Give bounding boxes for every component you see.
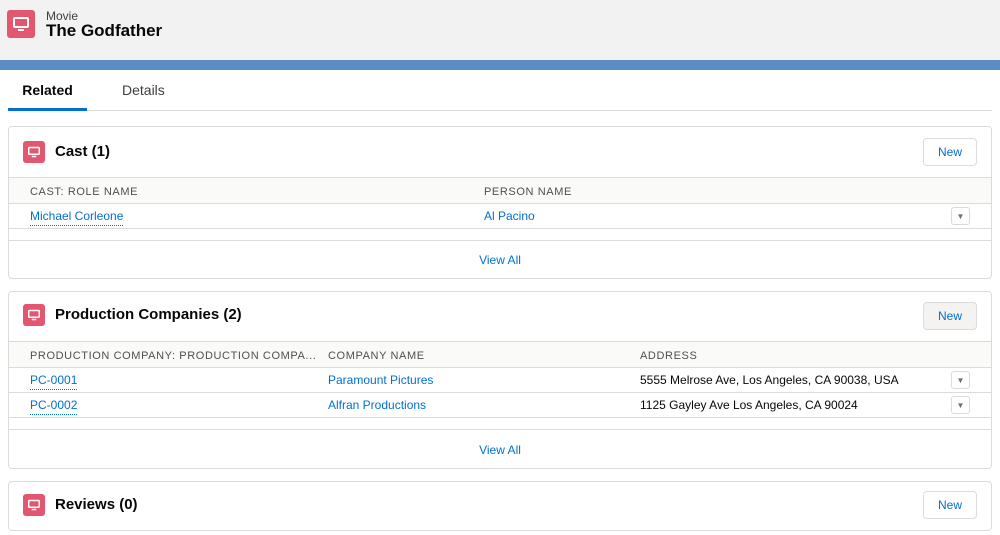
person-link[interactable]: Al Pacino <box>484 209 535 223</box>
reviews-card: Reviews (0) New <box>8 481 992 531</box>
new-cast-button[interactable]: New <box>923 138 977 166</box>
cast-card: Cast (1) New CAST: ROLE NAME PERSON NAME… <box>8 126 992 279</box>
table-header: CAST: ROLE NAME PERSON NAME <box>9 177 991 204</box>
row-actions-dropdown[interactable]: ▼ <box>951 396 970 414</box>
table-row: Michael Corleone Al Pacino ▼ <box>9 204 991 229</box>
new-review-button[interactable]: New <box>923 491 977 519</box>
row-actions-dropdown[interactable]: ▼ <box>951 371 970 389</box>
view-all-link[interactable]: View All <box>9 240 991 278</box>
monitor-icon <box>23 141 45 163</box>
monitor-icon <box>7 10 35 38</box>
table-row: PC-0002 Alfran Productions 1125 Gayley A… <box>9 393 991 418</box>
record-title: The Godfather <box>46 21 163 40</box>
record-header: Movie The Godfather <box>0 0 1000 60</box>
row-actions-dropdown[interactable]: ▼ <box>951 207 970 225</box>
column-header[interactable]: COMPANY NAME <box>328 350 425 362</box>
header-band <box>0 60 1000 70</box>
address-text: 5555 Melrose Ave, Los Angeles, CA 90038,… <box>640 373 899 387</box>
tab-details[interactable]: Details <box>122 82 165 98</box>
monitor-icon <box>23 494 45 516</box>
new-company-button[interactable]: New <box>923 302 977 330</box>
monitor-icon <box>23 304 45 326</box>
company-id-link[interactable]: PC-0001 <box>30 373 78 390</box>
card-title[interactable]: Reviews (0) <box>55 496 138 513</box>
company-id-link[interactable]: PC-0002 <box>30 398 78 415</box>
role-link[interactable]: Michael Corleone <box>30 209 124 226</box>
column-header[interactable]: PRODUCTION COMPANY: PRODUCTION COMPA... <box>30 350 316 362</box>
table-row: PC-0001 Paramount Pictures 5555 Melrose … <box>9 368 991 393</box>
company-name-link[interactable]: Alfran Productions <box>328 398 426 412</box>
production-companies-card: Production Companies (2) New PRODUCTION … <box>8 291 992 469</box>
tab-related[interactable]: Related <box>8 82 87 111</box>
card-title[interactable]: Cast (1) <box>55 143 110 160</box>
column-header[interactable]: PERSON NAME <box>484 186 572 198</box>
table-header: PRODUCTION COMPANY: PRODUCTION COMPA... … <box>9 341 991 368</box>
column-header[interactable]: CAST: ROLE NAME <box>30 186 138 198</box>
column-header[interactable]: ADDRESS <box>640 350 697 362</box>
card-title[interactable]: Production Companies (2) <box>55 306 242 323</box>
view-all-link[interactable]: View All <box>9 429 991 468</box>
address-text: 1125 Gayley Ave Los Angeles, CA 90024 <box>640 398 858 412</box>
tab-bar: Related Details <box>8 70 992 111</box>
company-name-link[interactable]: Paramount Pictures <box>328 373 433 387</box>
